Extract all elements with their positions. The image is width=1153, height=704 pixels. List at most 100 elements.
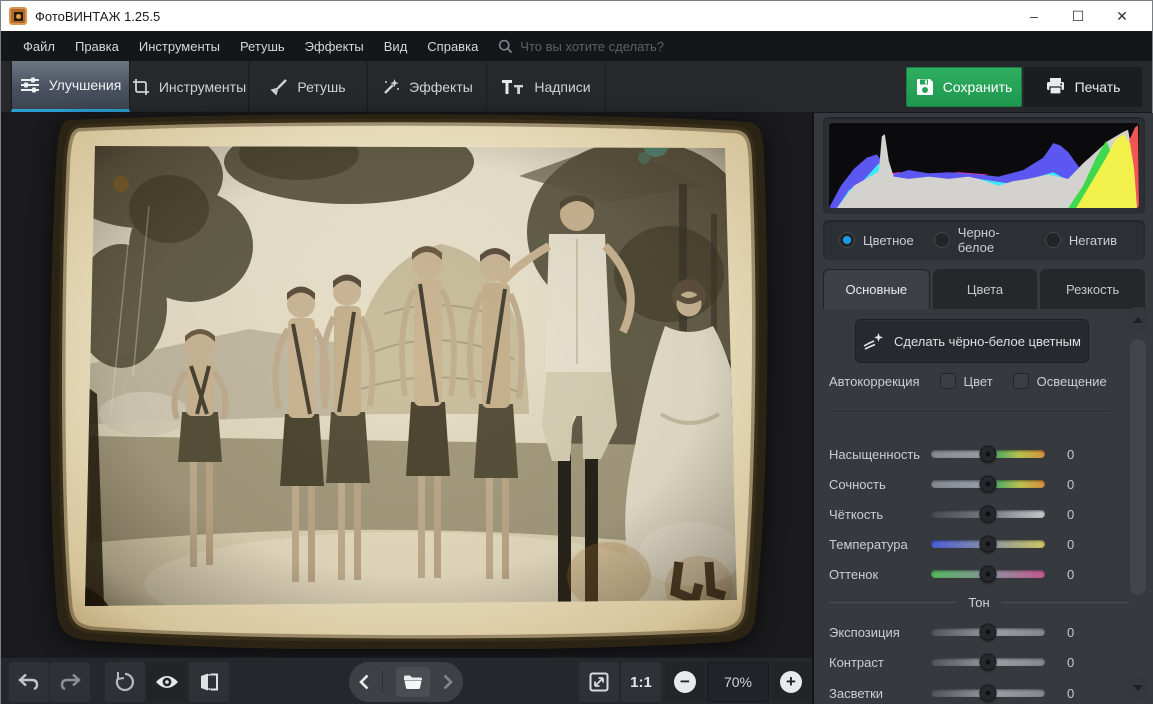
previous-photo-icon[interactable] bbox=[359, 674, 369, 690]
contrast-slider[interactable] bbox=[931, 658, 1045, 666]
slider-row-highlights: Засветки 0 bbox=[829, 682, 1129, 704]
section-divider bbox=[829, 411, 1111, 412]
adjustments-panel: Цветное Черно-белое Негатив Основные Цве… bbox=[812, 113, 1153, 704]
highlights-slider[interactable] bbox=[931, 689, 1045, 697]
autocorrection-row: Автокоррекция Цвет Освещение bbox=[829, 373, 1129, 389]
temperature-handle[interactable] bbox=[980, 536, 997, 553]
exposure-slider[interactable] bbox=[931, 628, 1045, 636]
slider-row-temperature: Температура 0 bbox=[829, 533, 1129, 555]
folder-icon bbox=[403, 674, 423, 690]
printer-icon bbox=[1046, 78, 1065, 95]
file-navigator bbox=[349, 662, 463, 702]
title-bar: ФотоВИНТАЖ 1.25.5 – ☐ ✕ bbox=[1, 1, 1152, 31]
menu-view[interactable]: Вид bbox=[374, 31, 418, 61]
clarity-handle[interactable] bbox=[980, 506, 997, 523]
menu-help[interactable]: Справка bbox=[417, 31, 488, 61]
scroll-up-button[interactable] bbox=[1128, 307, 1148, 333]
tab-enhancements[interactable]: Улучшения bbox=[11, 61, 130, 112]
temperature-slider[interactable] bbox=[931, 540, 1045, 548]
redo-button[interactable] bbox=[50, 662, 90, 702]
zoom-in-button[interactable]: + bbox=[771, 662, 811, 702]
photo-canvas[interactable] bbox=[1, 113, 812, 657]
scrollbar-thumb[interactable] bbox=[1130, 339, 1146, 595]
menu-bar: Файл Правка Инструменты Ретушь Эффекты В… bbox=[1, 31, 1152, 61]
vibrance-slider[interactable] bbox=[931, 480, 1045, 488]
fit-screen-button[interactable] bbox=[579, 662, 619, 702]
search-input[interactable] bbox=[520, 39, 710, 54]
viewer-toolbar: 1:1 − 70% + bbox=[1, 657, 812, 704]
menu-effects[interactable]: Эффекты bbox=[295, 31, 374, 61]
arrow-down-icon bbox=[1133, 685, 1143, 691]
zoom-out-button[interactable]: − bbox=[665, 662, 705, 702]
checkbox-lighting[interactable] bbox=[1013, 373, 1029, 389]
actual-size-button[interactable]: 1:1 bbox=[621, 662, 661, 702]
rotate-button[interactable] bbox=[105, 662, 145, 702]
basic-adjustments: Сделать чёрно-белое цветным Автокоррекци… bbox=[814, 309, 1153, 704]
app-icon bbox=[9, 7, 27, 25]
slider-row-tint: Оттенок 0 bbox=[829, 563, 1129, 585]
adjustment-subtabs: Основные Цвета Резкость bbox=[823, 269, 1145, 309]
slider-row-vibrance: Сочность 0 bbox=[829, 473, 1129, 495]
print-button[interactable]: Печать bbox=[1024, 67, 1142, 107]
saturation-slider[interactable] bbox=[931, 450, 1045, 458]
next-photo-icon[interactable] bbox=[443, 674, 453, 690]
magic-wand-icon bbox=[381, 78, 400, 96]
redo-icon bbox=[59, 674, 81, 690]
exposure-handle[interactable] bbox=[980, 624, 997, 641]
main-tab-bar: Улучшения Инструменты Ретушь Эффекты Над… bbox=[1, 61, 1152, 113]
tint-slider[interactable] bbox=[931, 570, 1045, 578]
menu-file[interactable]: Файл bbox=[13, 31, 65, 61]
search-box[interactable] bbox=[498, 39, 710, 54]
minimize-button[interactable]: – bbox=[1012, 1, 1056, 31]
close-button[interactable]: ✕ bbox=[1100, 1, 1144, 31]
app-window: ФотоВИНТАЖ 1.25.5 – ☐ ✕ Файл Правка Инст… bbox=[0, 0, 1153, 704]
save-button[interactable]: Сохранить bbox=[906, 67, 1022, 107]
vintage-photo bbox=[49, 114, 769, 649]
color-mode-selector: Цветное Черно-белое Негатив bbox=[823, 220, 1145, 260]
open-folder-button[interactable] bbox=[396, 667, 430, 697]
crop-icon bbox=[132, 78, 150, 96]
undo-icon bbox=[18, 674, 40, 690]
plus-icon: + bbox=[780, 671, 802, 693]
subtab-basic[interactable]: Основные bbox=[823, 269, 930, 309]
zoom-level[interactable]: 70% bbox=[707, 662, 769, 702]
eye-icon bbox=[155, 674, 179, 690]
histogram bbox=[829, 123, 1139, 208]
undo-button[interactable] bbox=[9, 662, 49, 702]
tab-captions[interactable]: Надписи bbox=[487, 61, 606, 112]
menu-edit[interactable]: Правка bbox=[65, 31, 129, 61]
menu-tools[interactable]: Инструменты bbox=[129, 31, 230, 61]
fit-screen-icon bbox=[589, 672, 609, 692]
maximize-button[interactable]: ☐ bbox=[1056, 1, 1100, 31]
slider-row-exposure: Экспозиция 0 bbox=[829, 621, 1129, 643]
highlights-handle[interactable] bbox=[980, 685, 997, 702]
slider-row-saturation: Насыщенность 0 bbox=[829, 443, 1129, 465]
saturation-handle[interactable] bbox=[980, 446, 997, 463]
clarity-slider[interactable] bbox=[931, 510, 1045, 518]
histogram-container bbox=[823, 117, 1145, 214]
shooting-star-icon bbox=[863, 332, 885, 350]
contrast-handle[interactable] bbox=[980, 654, 997, 671]
rotate-icon bbox=[115, 672, 135, 692]
sliders-icon bbox=[20, 76, 40, 94]
tint-handle[interactable] bbox=[980, 566, 997, 583]
brush-icon bbox=[270, 78, 288, 96]
window-title: ФотоВИНТАЖ 1.25.5 bbox=[35, 9, 160, 24]
floppy-icon bbox=[916, 78, 934, 96]
checkbox-color[interactable] bbox=[940, 373, 956, 389]
radio-color[interactable] bbox=[839, 232, 855, 248]
radio-black-white[interactable] bbox=[934, 232, 950, 248]
compare-button[interactable] bbox=[189, 662, 229, 702]
scroll-down-button[interactable] bbox=[1128, 675, 1148, 701]
vibrance-handle[interactable] bbox=[980, 476, 997, 493]
subtab-colors[interactable]: Цвета bbox=[933, 269, 1038, 309]
colorize-button[interactable]: Сделать чёрно-белое цветным bbox=[855, 319, 1089, 363]
text-icon bbox=[501, 79, 525, 95]
menu-retouch[interactable]: Ретушь bbox=[230, 31, 295, 61]
subtab-sharpness[interactable]: Резкость bbox=[1040, 269, 1145, 309]
tab-tools[interactable]: Инструменты bbox=[130, 61, 249, 112]
radio-negative[interactable] bbox=[1045, 232, 1061, 248]
tab-effects[interactable]: Эффекты bbox=[368, 61, 487, 112]
show-original-button[interactable] bbox=[147, 662, 187, 702]
tab-retouch[interactable]: Ретушь bbox=[249, 61, 368, 112]
